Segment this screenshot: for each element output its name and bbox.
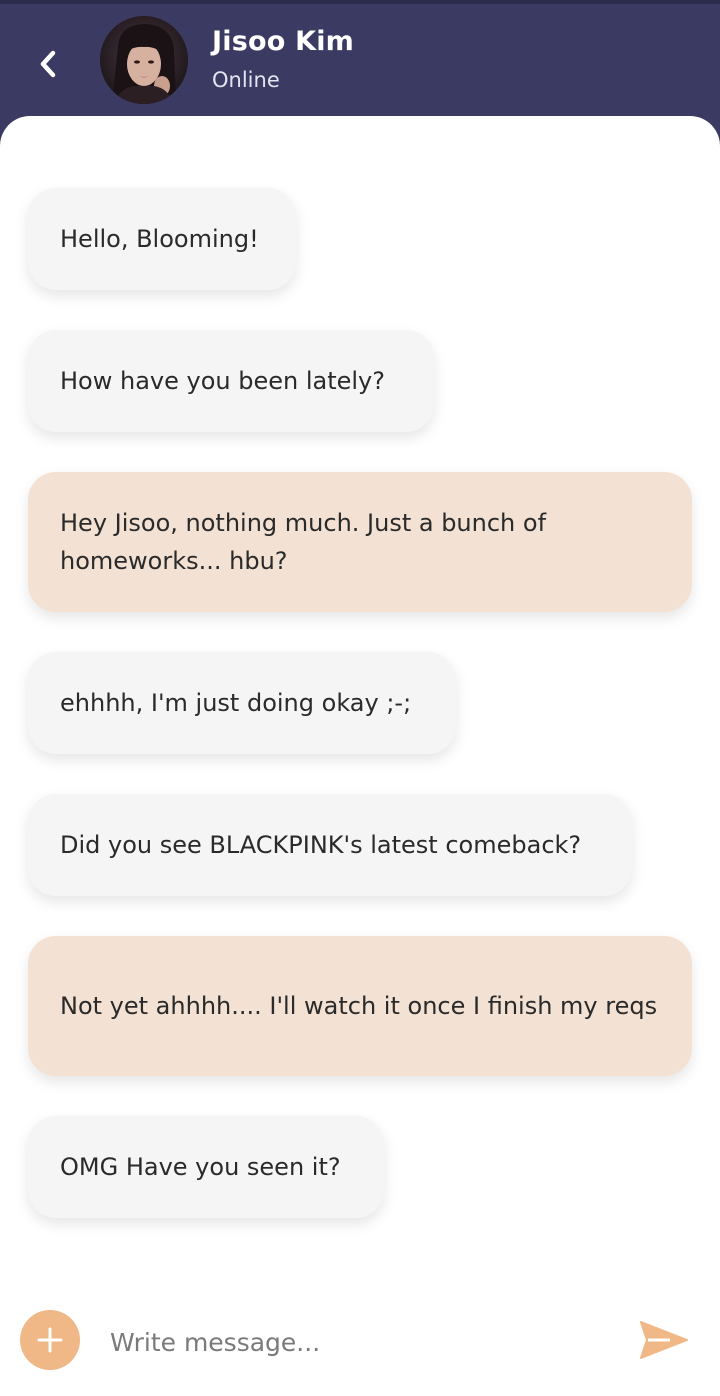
- message-text: Hello, Blooming!: [60, 225, 259, 253]
- message-input[interactable]: [110, 1316, 610, 1368]
- message-text: How have you been lately?: [60, 367, 385, 395]
- chevron-left-icon: [40, 50, 56, 78]
- message-bubble-sent[interactable]: Hey Jisoo, nothing much. Just a bunch of…: [28, 472, 692, 612]
- message-bubble-received[interactable]: OMG Have you seen it?: [28, 1116, 384, 1218]
- avatar-image: [100, 16, 188, 104]
- chat-screen: Jisoo Kim Online Hello, Blooming! How ha…: [0, 0, 720, 1396]
- message-composer: [0, 1294, 720, 1396]
- chat-header: Jisoo Kim Online: [0, 4, 720, 116]
- send-button[interactable]: [638, 1318, 690, 1362]
- plus-icon: [37, 1327, 63, 1353]
- message-bubble-received[interactable]: How have you been lately?: [28, 330, 434, 432]
- contact-name: Jisoo Kim: [212, 26, 354, 57]
- message-text: Not yet ahhhh.... I'll watch it once I f…: [60, 992, 658, 1020]
- avatar[interactable]: [100, 16, 188, 104]
- message-text: ehhhh, I'm just doing okay ;-;: [60, 689, 412, 717]
- send-icon: [640, 1321, 688, 1359]
- message-text: Hey Jisoo, nothing much. Just a bunch of…: [60, 509, 547, 575]
- message-text: Did you see BLACKPINK's latest comeback?: [60, 831, 582, 859]
- message-bubble-received[interactable]: ehhhh, I'm just doing okay ;-;: [28, 652, 456, 754]
- message-list: Hello, Blooming! How have you been latel…: [0, 116, 720, 1396]
- add-attachment-button[interactable]: [20, 1310, 80, 1370]
- contact-status: Online: [212, 68, 280, 92]
- back-button[interactable]: [28, 40, 68, 88]
- message-bubble-received[interactable]: Hello, Blooming!: [28, 188, 296, 290]
- message-bubble-sent[interactable]: Not yet ahhhh.... I'll watch it once I f…: [28, 936, 692, 1076]
- message-bubble-received[interactable]: Did you see BLACKPINK's latest comeback?: [28, 794, 632, 896]
- message-text: OMG Have you seen it?: [60, 1153, 341, 1181]
